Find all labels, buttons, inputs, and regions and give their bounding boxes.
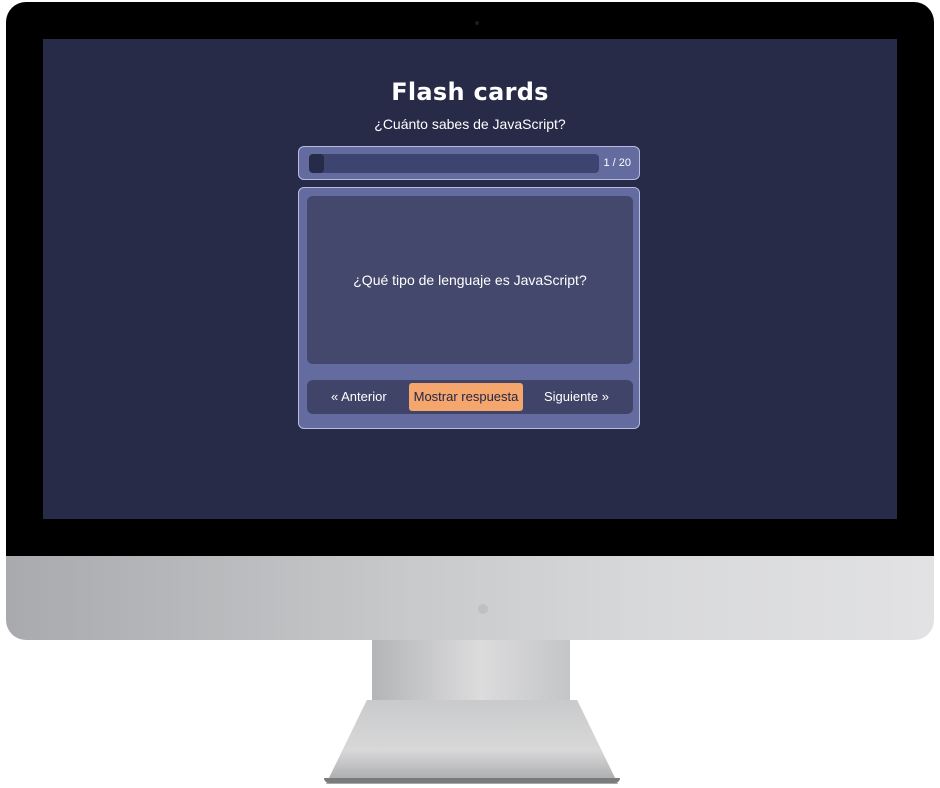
logo-icon (478, 604, 488, 614)
monitor-stand-base (324, 778, 620, 783)
progress-panel: 1 / 20 (298, 146, 640, 180)
card-nav-bar: « Anterior Mostrar respuesta Siguiente » (307, 380, 633, 414)
progress-fill (309, 154, 324, 173)
flash-card[interactable]: ¿Qué tipo de lenguaje es JavaScript? (307, 196, 633, 364)
flash-card-panel: ¿Qué tipo de lenguaje es JavaScript? « A… (298, 187, 640, 429)
monitor-chin (6, 556, 934, 640)
camera-icon (475, 21, 479, 25)
next-button[interactable]: Siguiente » (544, 380, 609, 414)
progress-track (309, 154, 599, 173)
monitor-stand-neck (372, 640, 570, 702)
previous-button[interactable]: « Anterior (331, 380, 387, 414)
page-subtitle: ¿Cuánto sabes de JavaScript? (374, 116, 566, 132)
monitor-stand-foot (326, 700, 618, 784)
progress-count: 1 / 20 (603, 157, 631, 169)
show-answer-button[interactable]: Mostrar respuesta (409, 383, 523, 411)
page-title: Flash cards (391, 78, 549, 106)
card-question: ¿Qué tipo de lenguaje es JavaScript? (353, 272, 587, 288)
